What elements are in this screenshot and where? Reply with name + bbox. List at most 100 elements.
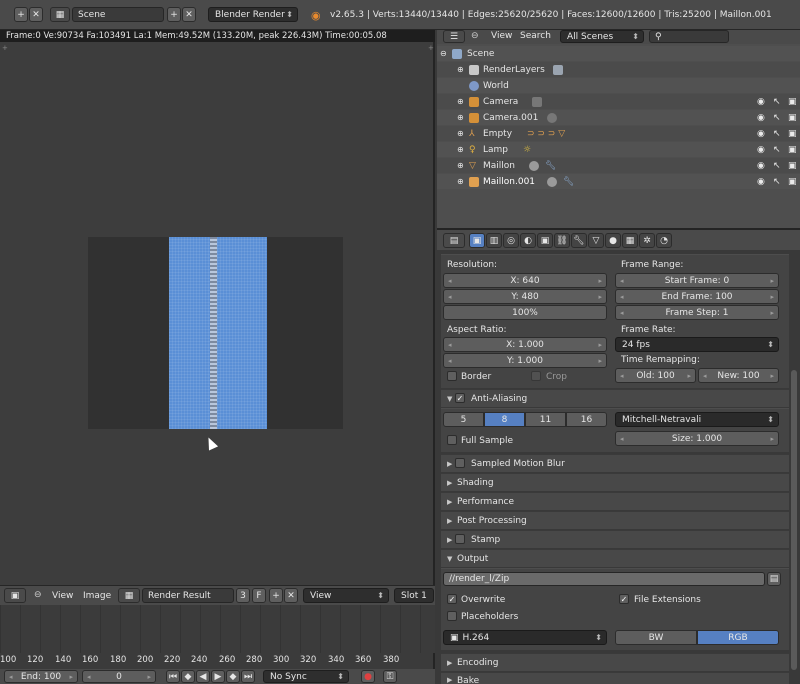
timeline-area[interactable]: 100 120 140 160 180 200 220 240 260 280 … [0,605,435,684]
motion-blur-header[interactable]: ▶ Sampled Motion Blur [441,454,789,472]
play-reverse-button[interactable]: ◀ [196,670,210,683]
shading-header[interactable]: ▶ Shading [441,473,789,491]
object-tab-icon[interactable]: ▣ [537,233,553,248]
scene-tab-icon[interactable]: ◎ [503,233,519,248]
performance-header[interactable]: ▶ Performance [441,492,789,510]
render-camera-icon[interactable]: ▣ [788,161,797,171]
render-camera-icon[interactable]: ▣ [788,129,797,139]
visibility-eye-icon[interactable]: ◉ [757,97,765,107]
anti-aliasing-header[interactable]: ▼ ✓ Anti-Aliasing [441,389,789,407]
file-extensions-checkbox[interactable]: ✓ [619,594,629,604]
resolution-x-field[interactable]: ◂ X: 640 ▸ [443,273,607,288]
border-checkbox[interactable] [447,371,457,381]
outliner-row-camera[interactable]: ⊕ Camera ◉ ↖ ▣ [437,94,800,109]
slot-dropdown[interactable]: Slot 1 [394,588,434,603]
add-scene-button[interactable]: + [167,7,181,22]
image-browse-icon[interactable]: ▦ [118,588,140,603]
render-engine-dropdown[interactable]: Blender Render ⬍ [208,7,298,22]
start-frame-field[interactable]: ◂ Start Frame: 0 ▸ [615,273,779,288]
select-cursor-icon[interactable]: ↖ [773,161,781,171]
overwrite-checkbox[interactable]: ✓ [447,594,457,604]
particles-tab-icon[interactable]: ✲ [639,233,655,248]
data-tab-icon[interactable]: ▽ [588,233,604,248]
render-camera-icon[interactable]: ▣ [788,145,797,155]
scene-browse-icon[interactable]: ▦ [50,7,70,22]
aspect-x-field[interactable]: ◂ X: 1.000 ▸ [443,337,607,352]
editor-type-icon[interactable]: ▣ [4,588,26,603]
scene-name-field[interactable]: Scene [72,7,164,22]
resolution-y-field[interactable]: ◂ Y: 480 ▸ [443,289,607,304]
time-new-field[interactable]: ◂ New: 100 ▸ [698,368,779,383]
outliner-row-empty[interactable]: ⊕ ⅄ Empty ⊃ ⊃ ⊃ ▽ ◉ ↖ ▣ [437,126,800,141]
resolution-percent-field[interactable]: 100% [443,305,607,320]
end-frame-field[interactable]: ◂ End: 100 ▸ [4,670,78,683]
visibility-eye-icon[interactable]: ◉ [757,161,765,171]
expand-icon[interactable]: ⊕ [457,97,464,106]
keying-icon[interactable]: ⚿ [383,670,397,683]
outliner-row-scene[interactable]: ⊖ Scene [437,46,800,61]
menu-image[interactable]: Image [83,591,111,601]
render-layers-tab-icon[interactable]: ▥ [486,233,502,248]
stamp-header[interactable]: ▶ Stamp [441,530,789,548]
fake-user-button[interactable]: F [252,588,266,603]
color-bw-button[interactable]: BW [615,630,697,645]
next-key-button[interactable]: ◆ [226,670,240,683]
expand-icon[interactable]: ⊕ [457,129,464,138]
delete-screen-button[interactable]: ✕ [29,7,43,22]
crop-checkbox[interactable] [531,371,541,381]
encoding-header[interactable]: ▶ Encoding [441,653,789,671]
expand-icon[interactable]: ⊕ [457,161,464,170]
outliner-menu-search[interactable]: Search [520,31,551,41]
outliner-row-lamp[interactable]: ⊕ ♀ Lamp ☼ ◉ ↖ ▣ [437,142,800,157]
record-icon[interactable]: ● [361,670,375,683]
visibility-eye-icon[interactable]: ◉ [757,177,765,187]
visibility-eye-icon[interactable]: ◉ [757,113,765,123]
menu-view[interactable]: View [52,591,73,601]
prev-key-button[interactable]: ◆ [181,670,195,683]
aa-samples-8[interactable]: 8 [484,412,525,427]
render-camera-icon[interactable]: ▣ [788,177,797,187]
render-camera-icon[interactable]: ▣ [788,97,797,107]
filter-size-field[interactable]: ◂ Size: 1.000 ▸ [615,431,779,446]
world-tab-icon[interactable]: ◐ [520,233,536,248]
collapse-menu-icon[interactable]: ⊖ [34,590,42,600]
file-format-dropdown[interactable]: ▣ H.264 ⬍ [443,630,607,645]
aa-samples-16[interactable]: 16 [566,412,607,427]
select-cursor-icon[interactable]: ↖ [773,97,781,107]
area-split-icon[interactable]: + [2,44,8,52]
sync-dropdown[interactable]: No Sync ⬍ [263,670,349,683]
select-cursor-icon[interactable]: ↖ [773,177,781,187]
add-screen-button[interactable]: + [14,7,28,22]
expand-icon[interactable]: ⊖ [440,49,447,58]
jump-end-button[interactable]: ⏭ [241,670,255,683]
full-sample-checkbox[interactable] [447,435,457,445]
users-count[interactable]: 3 [236,588,250,603]
outliner-row-maillon[interactable]: ⊕ ▽ Maillon 🔧︎ ◉ ↖ ▣ [437,158,800,173]
material-tab-icon[interactable]: ● [605,233,621,248]
outliner-menu-view[interactable]: View [491,31,512,41]
output-header[interactable]: ▼ Output [441,549,789,567]
placeholders-checkbox[interactable] [447,611,457,621]
aspect-y-field[interactable]: ◂ Y: 1.000 ▸ [443,353,607,368]
properties-area[interactable]: ▤ ▣ ▥ ◎ ◐ ▣ ⛓ 🔧︎ ▽ ● ▦ ✲ ◔ Resolution: ◂… [437,228,800,684]
outliner-type-icon[interactable]: ☰ [443,30,465,43]
visibility-eye-icon[interactable]: ◉ [757,145,765,155]
render-tab-icon[interactable]: ▣ [469,233,485,248]
expand-icon[interactable]: ⊕ [457,145,464,154]
delete-scene-button[interactable]: ✕ [182,7,196,22]
render-camera-icon[interactable]: ▣ [788,113,797,123]
browse-folder-icon[interactable]: ▤ [767,572,781,586]
color-rgb-button[interactable]: RGB [697,630,779,645]
aa-samples-11[interactable]: 11 [525,412,566,427]
output-path-input[interactable]: //render_l/Zip [443,572,765,586]
jump-start-button[interactable]: ⏮ [166,670,180,683]
constraints-tab-icon[interactable]: ⛓ [554,233,570,248]
view-mode-dropdown[interactable]: View ⬍ [303,588,389,603]
image-name-field[interactable]: Render Result [142,588,234,603]
outliner-area[interactable]: ☰ ⊖ View Search All Scenes ⬍ ⚲ ⊖ Scene ⊕ … [437,30,800,228]
aa-filter-dropdown[interactable]: Mitchell-Netravali ⬍ [615,412,779,427]
frame-rate-dropdown[interactable]: 24 fps ⬍ [615,337,779,352]
post-processing-header[interactable]: ▶ Post Processing [441,511,789,529]
select-cursor-icon[interactable]: ↖ [773,145,781,155]
outliner-row-renderlayers[interactable]: ⊕ RenderLayers [437,62,800,77]
